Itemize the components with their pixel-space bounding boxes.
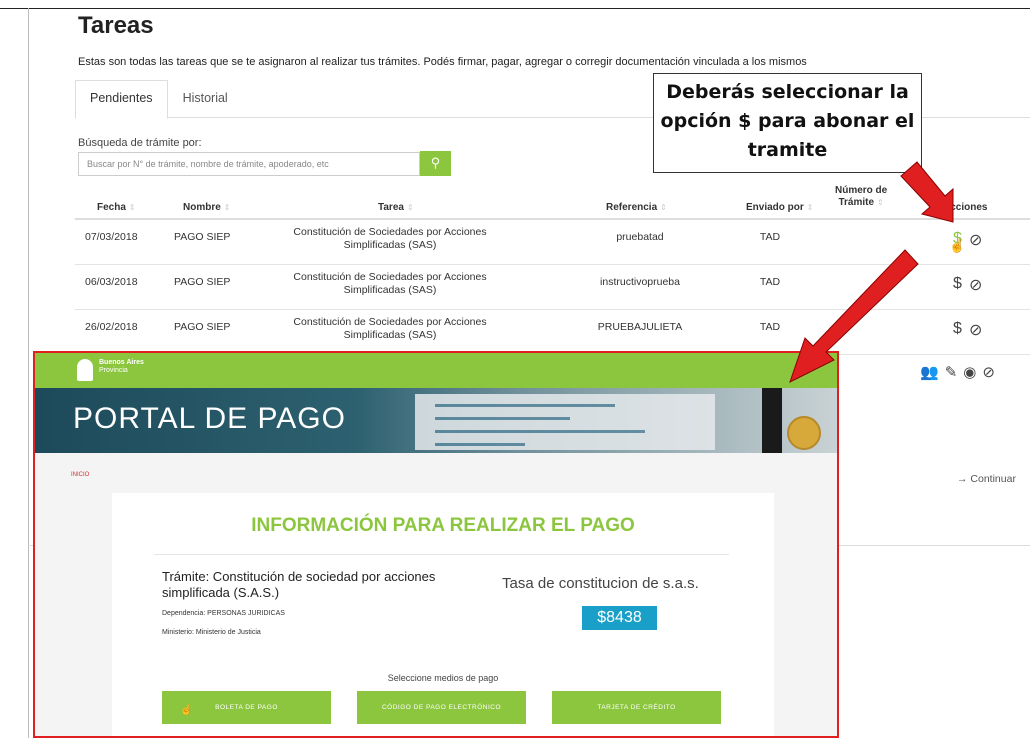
arrow-to-portal [789, 249, 919, 383]
annotation-arrows [789, 161, 954, 383]
arrow-to-pay-icon [900, 161, 954, 223]
